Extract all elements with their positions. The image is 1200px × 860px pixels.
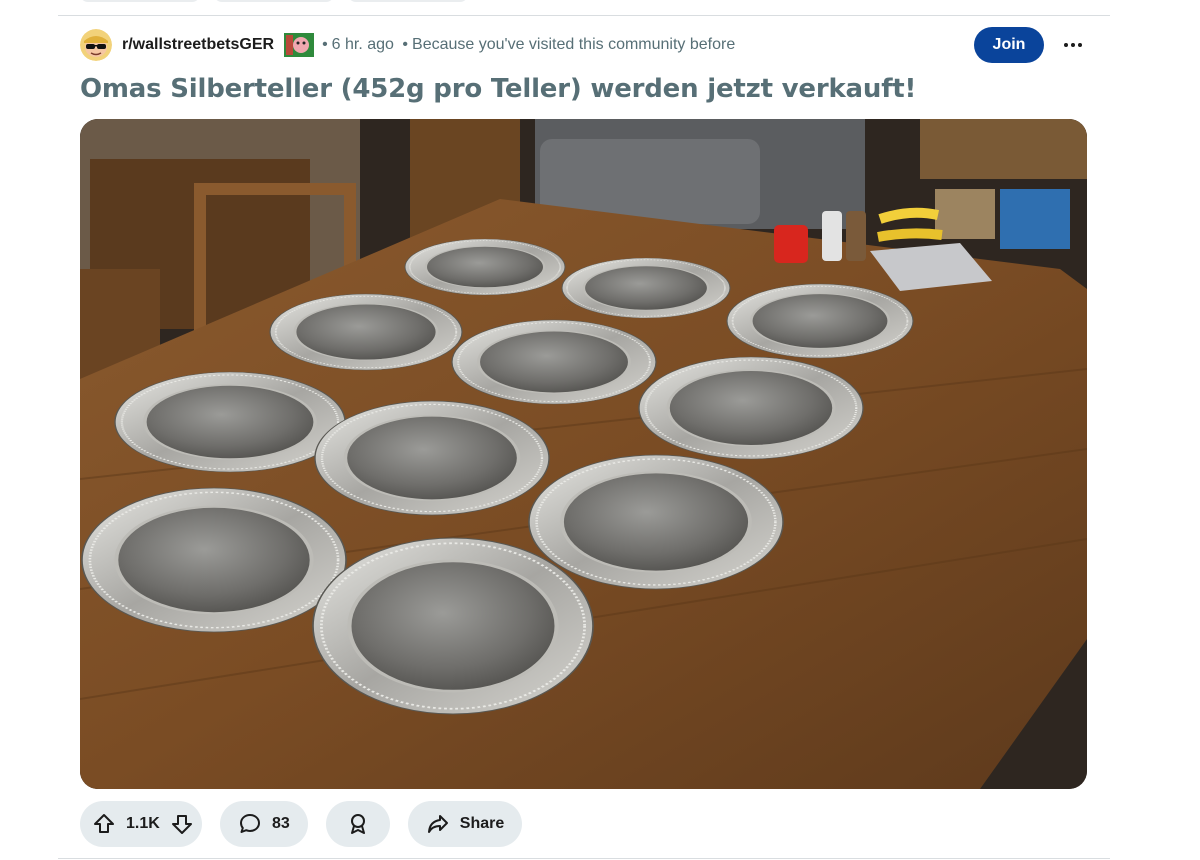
- comment-count: 83: [272, 815, 290, 832]
- share-button[interactable]: Share: [407, 801, 523, 847]
- award-icon: [346, 812, 370, 836]
- award-button[interactable]: [325, 801, 390, 847]
- post-image[interactable]: [80, 119, 1087, 789]
- separator-dot: •: [402, 36, 409, 53]
- previous-post-pill: [80, 0, 200, 2]
- previous-post-pill: [214, 0, 334, 2]
- snoo-avatar-icon[interactable]: [80, 29, 112, 61]
- previous-post-actions: [80, 0, 468, 2]
- separator-dot: •: [322, 36, 328, 53]
- post-header: r/wallstreetbetsGER • 6 hr. ago • Because …: [80, 26, 1086, 64]
- post-meta: • 6 hr. ago • Because you've visited this …: [322, 36, 735, 54]
- comments-button[interactable]: 83: [220, 801, 308, 847]
- post-divider-top: [58, 15, 1110, 16]
- join-button[interactable]: Join: [974, 27, 1044, 63]
- post-title[interactable]: Omas Silberteller (452g pro Teller) werd…: [80, 74, 916, 104]
- vote-score: 1.1K: [126, 815, 160, 832]
- comment-icon: [238, 812, 262, 836]
- share-label: Share: [459, 815, 505, 832]
- post-actions: 1.1K 83 Share: [80, 801, 523, 847]
- upvote-icon[interactable]: [92, 812, 116, 836]
- post-divider-bottom: [58, 858, 1110, 859]
- more-icon[interactable]: [1060, 32, 1086, 58]
- subreddit-name[interactable]: r/wallstreetbetsGER: [122, 36, 274, 54]
- previous-post-pill: [348, 0, 468, 2]
- post-time: 6 hr. ago: [331, 36, 394, 53]
- downvote-icon[interactable]: [170, 812, 194, 836]
- recommendation-reason: Because you've visited this community be…: [412, 36, 736, 53]
- plates-on-table-illustration: [80, 119, 1087, 789]
- share-icon: [426, 812, 450, 836]
- flair-icon: [284, 33, 315, 57]
- vote-control: 1.1K: [80, 801, 202, 847]
